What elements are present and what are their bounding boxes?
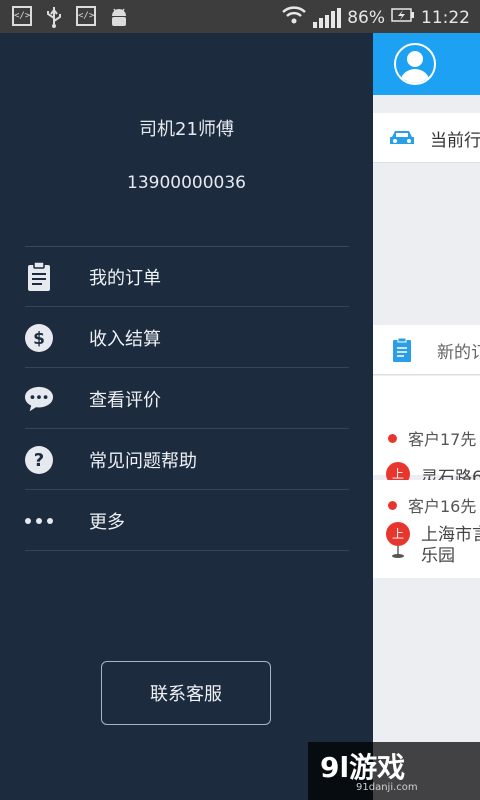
navigation-drawer: 司机21师傅 13900000036 我的订单 $ 收入结算 查看评价 ? 常见…: [0, 33, 373, 800]
car-icon: [389, 129, 415, 151]
customer-name: 客户17先: [408, 430, 477, 449]
status-dot: [388, 501, 397, 510]
menu-item-label: 查看评价: [89, 389, 161, 411]
battery-percent: 86%: [347, 7, 385, 28]
code-icon: </>: [12, 6, 32, 26]
current-trip-label: 当前行: [430, 131, 480, 151]
code-icon: </>: [76, 6, 96, 26]
chat-bubble-icon: [24, 384, 54, 414]
menu-item-label: 我的订单: [89, 267, 161, 289]
avatar[interactable]: [394, 43, 436, 85]
driver-phone: 13900000036: [127, 173, 246, 193]
dollar-icon: $: [24, 323, 54, 353]
menu-item-faq[interactable]: ? 常见问题帮助: [0, 429, 373, 490]
order-address-line2: 乐园: [421, 546, 455, 566]
watermark-logo: 9l游戏: [320, 751, 406, 784]
menu-item-more[interactable]: 更多: [0, 490, 373, 551]
document-icon: [393, 337, 411, 366]
clock: 11:22: [421, 7, 470, 28]
clipboard-icon: [24, 261, 54, 292]
question-icon: ?: [24, 445, 54, 475]
status-bar: </> </> 86% 11:22: [0, 0, 480, 33]
menu-item-label: 更多: [89, 511, 125, 533]
android-icon: [108, 6, 130, 28]
main-header: [373, 33, 480, 95]
menu-item-reviews[interactable]: 查看评价: [0, 368, 373, 429]
menu-item-my-orders[interactable]: 我的订单: [0, 246, 373, 307]
order-address: 上海市言: [421, 525, 480, 545]
list-item[interactable]: 客户17先 上 灵石路6: [373, 376, 480, 498]
battery-charging-icon: [391, 7, 415, 28]
menu-item-label: 常见问题帮助: [89, 450, 197, 472]
svg-text:?: ?: [34, 450, 44, 471]
new-orders-label: 新的订: [437, 343, 480, 363]
pickup-pin-icon: 上: [386, 522, 410, 558]
new-orders-card[interactable]: 新的订: [373, 325, 480, 375]
menu-item-income[interactable]: $ 收入结算: [0, 307, 373, 368]
watermark-url: 91danji.com: [356, 782, 418, 793]
driver-name: 司机21师傅: [139, 119, 234, 140]
drawer-menu: 我的订单 $ 收入结算 查看评价 ? 常见问题帮助 更多: [0, 246, 373, 551]
signal-icon: [313, 7, 342, 28]
contact-support-button[interactable]: 联系客服: [101, 661, 271, 725]
watermark: 9l游戏 91danji.com: [308, 742, 480, 800]
customer-name: 客户16先: [408, 497, 477, 516]
usb-icon: [44, 6, 64, 28]
svg-text:$: $: [33, 329, 45, 349]
list-item[interactable]: 客户16先 上 上海市言 乐园: [373, 480, 480, 578]
more-dots-icon: [24, 506, 54, 536]
menu-item-label: 收入结算: [89, 328, 161, 350]
current-trip-card[interactable]: 当前行: [373, 113, 480, 163]
main-screen: 当前行 新的订 客户17先 上 灵石路6 客户16先 上 上海市言 乐园: [373, 33, 480, 800]
status-dot: [388, 434, 397, 443]
wifi-icon: [281, 5, 307, 30]
